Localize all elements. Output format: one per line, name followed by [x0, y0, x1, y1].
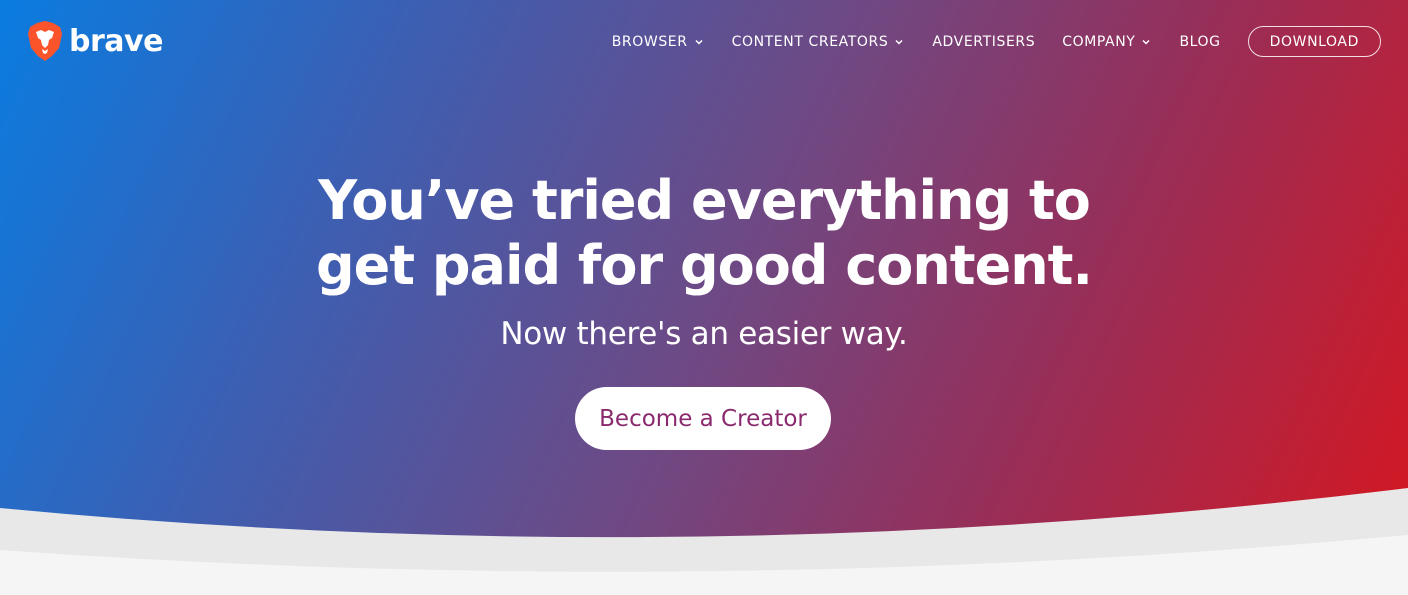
nav-item-label: ADVERTISERS — [932, 33, 1036, 50]
nav-item-advertisers[interactable]: ADVERTISERS — [932, 34, 1035, 50]
top-navigation: BROWSER CONTENT CREATORS ADVERTISERS COM… — [612, 26, 1381, 57]
brave-lion-icon — [28, 21, 62, 61]
chevron-down-icon — [695, 39, 703, 45]
nav-item-label: COMPANY — [1062, 33, 1136, 50]
nav-item-label: BLOG — [1179, 33, 1221, 50]
download-button[interactable]: DOWNLOAD — [1247, 26, 1381, 57]
chevron-down-icon — [895, 39, 903, 45]
nav-item-label: BROWSER — [611, 33, 688, 50]
nav-item-browser[interactable]: BROWSER — [612, 34, 705, 50]
nav-item-label: CONTENT CREATORS — [731, 33, 889, 50]
chevron-down-icon — [1142, 39, 1150, 45]
nav-item-blog[interactable]: BLOG — [1179, 34, 1220, 50]
nav-item-company[interactable]: COMPANY — [1062, 34, 1152, 50]
hero-headline-line-1: You’ve tried everything to — [318, 169, 1091, 232]
hero-section: brave BROWSER CONTENT CREATORS ADVERTISE… — [0, 0, 1408, 595]
hero-headline: You’ve tried everything to get paid for … — [0, 168, 1408, 298]
brand-wordmark: brave — [69, 23, 163, 59]
hero-subheading: Now there's an easier way. — [500, 316, 908, 352]
brand-logo[interactable]: brave — [27, 20, 163, 62]
nav-item-content-creators[interactable]: CONTENT CREATORS — [732, 34, 906, 50]
become-creator-button[interactable]: Become a Creator — [575, 387, 831, 450]
hero-headline-line-2: get paid for good content. — [315, 234, 1093, 297]
